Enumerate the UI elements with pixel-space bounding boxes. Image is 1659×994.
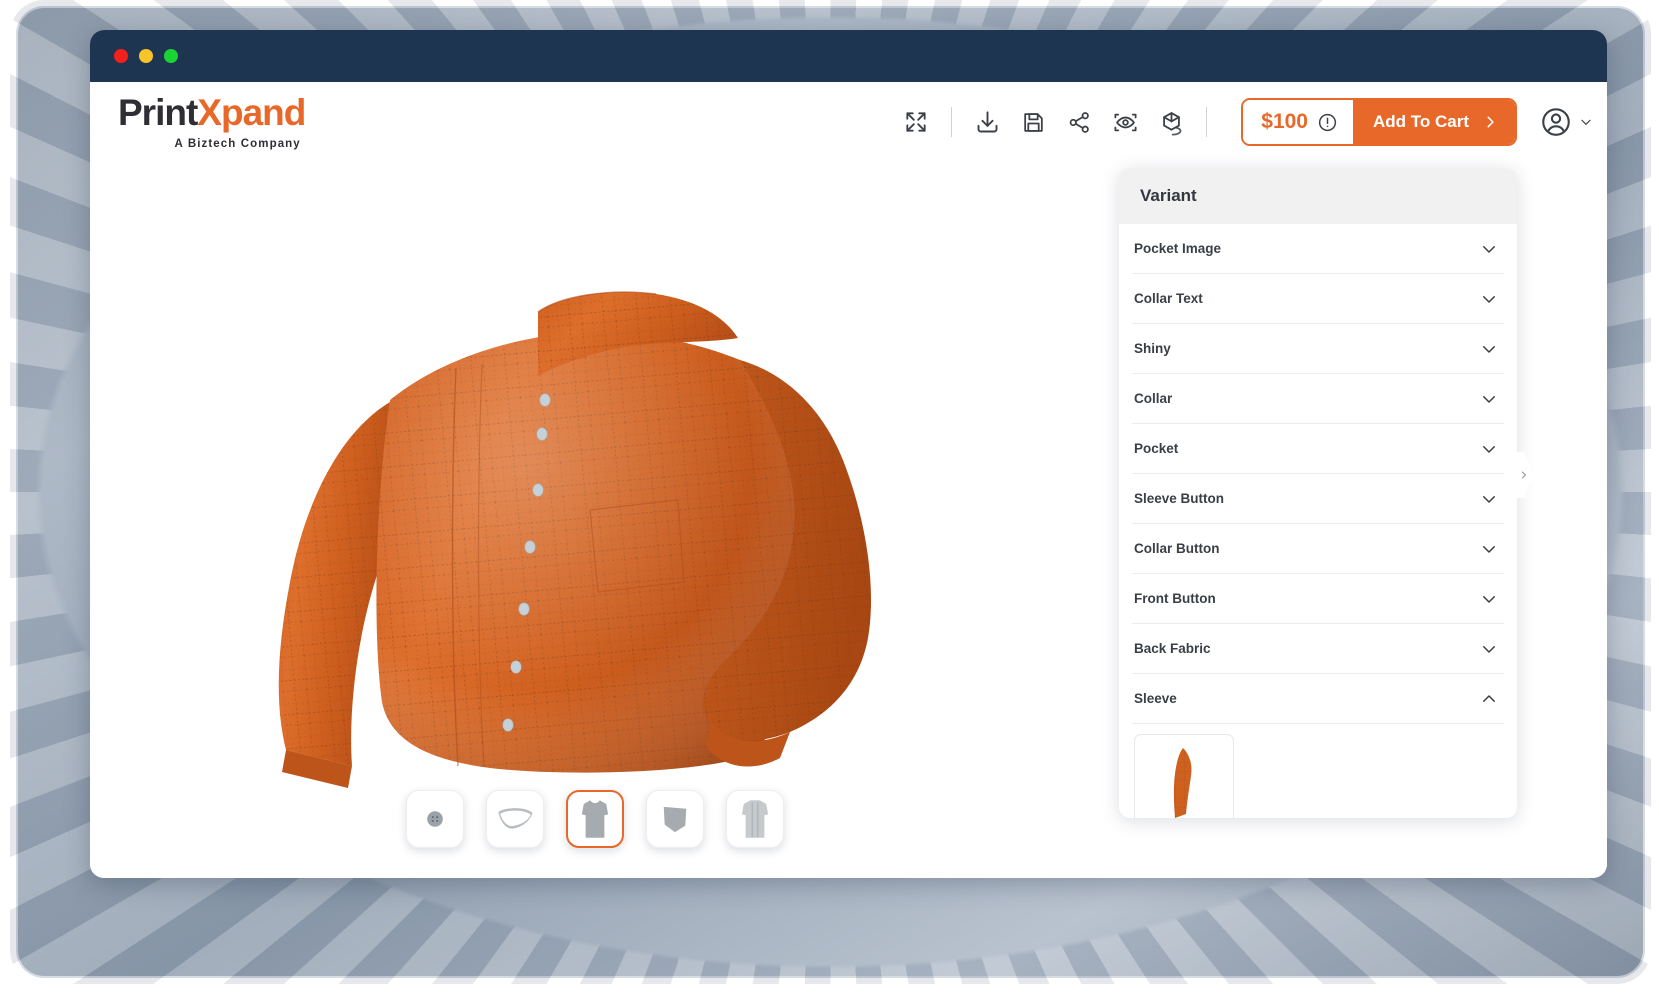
toolbar-divider-2 [1206,107,1208,137]
product-3d-viewport[interactable] [90,162,1100,802]
chevron-down-icon[interactable] [1480,540,1498,558]
cart-group: $100 Add To Cart [1241,98,1517,146]
button-part-icon [427,811,443,827]
brand-name-x: X [197,92,222,133]
variant-label: Shiny [1134,341,1171,356]
thumb-button[interactable] [406,790,464,848]
chevron-right-icon [1487,116,1494,128]
variant-label: Pocket Image [1134,241,1222,256]
variant-label: Collar Text [1134,291,1203,306]
user-avatar-icon [1542,108,1570,136]
maximize-button[interactable] [164,49,178,63]
variant-panel-collapse-handle[interactable] [1513,452,1533,498]
chevron-down-icon[interactable] [1480,490,1498,508]
variant-option-list[interactable]: Pocket Image Collar Text Shiny Collar Po… [1119,224,1517,818]
minimize-button[interactable] [139,49,153,63]
thumb-front-body[interactable] [566,790,624,848]
variant-label: Sleeve Button [1134,491,1225,506]
variant-row-back-fabric[interactable]: Back Fabric [1132,624,1504,674]
thumb-back-body[interactable] [726,790,784,848]
variant-label: Back Fabric [1134,641,1211,656]
pocket-part-icon [663,806,687,833]
variant-label: Front Button [1134,591,1216,606]
chevron-right-icon [1521,471,1526,479]
variant-row-collar-text[interactable]: Collar Text [1132,274,1504,324]
chevron-down-icon[interactable] [1480,340,1498,358]
save-icon[interactable] [1010,99,1056,145]
variant-row-front-button[interactable]: Front Button [1132,574,1504,624]
chevron-down-icon[interactable] [1480,640,1498,658]
part-thumbnail-strip [90,790,1100,848]
add-to-cart-button[interactable]: Add To Cart [1352,100,1515,144]
variant-label: Sleeve [1134,691,1177,706]
app-window: PrintXpand A Biztech Company $100 Add To… [90,30,1607,878]
share-icon[interactable] [1056,99,1102,145]
variant-label: Collar [1134,391,1173,406]
price-value: $100 [1261,110,1308,133]
device-frame: PrintXpand A Biztech Company $100 Add To… [18,8,1643,976]
variant-panel-header: Variant [1119,168,1517,224]
front-body-part-icon [581,800,609,838]
chevron-down-icon[interactable] [1480,590,1498,608]
variant-row-sleeve-button[interactable]: Sleeve Button [1132,474,1504,524]
app-header: PrintXpand A Biztech Company $100 Add To… [90,82,1607,162]
window-titlebar [90,30,1607,82]
download-icon[interactable] [964,99,1010,145]
variant-label: Collar Button [1134,541,1220,556]
account-menu[interactable] [1539,105,1593,139]
thumb-collar[interactable] [486,790,544,848]
add-to-cart-label: Add To Cart [1372,112,1469,131]
chevron-down-icon[interactable] [1480,240,1498,258]
brand-logo[interactable]: PrintXpand A Biztech Company [118,92,306,150]
price-box[interactable]: $100 [1243,100,1353,144]
sleeve-swatch-orange[interactable] [1134,734,1234,818]
collar-part-icon [498,808,533,829]
variant-row-collar-button[interactable]: Collar Button [1132,524,1504,574]
sleeve-thumbnail-image [1173,748,1192,818]
close-button[interactable] [114,49,128,63]
preview-eye-icon[interactable] [1102,99,1148,145]
chevron-down-icon[interactable] [1480,440,1498,458]
variant-row-pocket-image[interactable]: Pocket Image [1132,224,1504,274]
brand-tagline: A Biztech Company [174,138,301,150]
chevron-down-icon[interactable] [1480,290,1498,308]
back-body-part-icon [741,800,769,838]
brand-wordmark: PrintXpand [118,92,306,133]
brand-name-print: Print [118,92,198,133]
chevron-down-icon[interactable] [1480,390,1498,408]
variant-panel: Variant Pocket Image Collar Text Shiny C… [1119,168,1517,818]
variant-body-sleeve [1132,724,1504,818]
variant-panel-title: Variant [1140,186,1197,205]
fullscreen-icon[interactable] [893,99,939,145]
product-stage: Variant Pocket Image Collar Text Shiny C… [90,162,1607,878]
header-toolbar: $100 Add To Cart [893,98,1593,146]
chevron-down-icon [1581,119,1591,125]
chevron-up-icon[interactable] [1480,690,1498,708]
toolbar-divider-1 [951,107,953,137]
variant-row-shiny[interactable]: Shiny [1132,324,1504,374]
variant-label: Pocket [1134,441,1179,456]
variant-row-sleeve[interactable]: Sleeve [1132,674,1504,724]
brand-name-pand: pand [220,92,306,133]
ar-3d-icon[interactable] [1148,99,1194,145]
variant-row-pocket[interactable]: Pocket [1132,424,1504,474]
variant-row-collar[interactable]: Collar [1132,374,1504,424]
product-shirt-render [278,291,872,788]
info-icon[interactable] [1317,112,1338,133]
thumb-pocket[interactable] [646,790,704,848]
